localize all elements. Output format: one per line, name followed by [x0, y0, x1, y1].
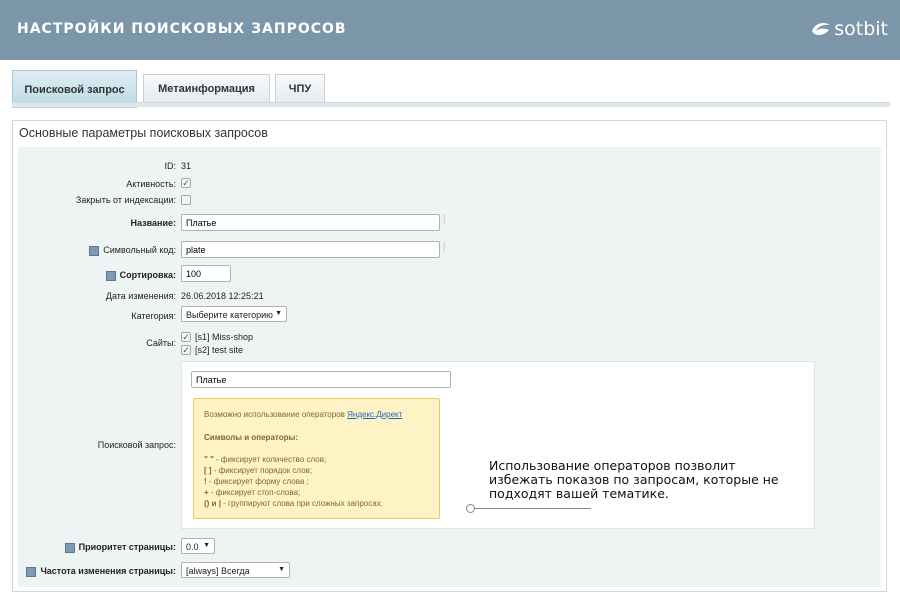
- id-value: 31: [181, 161, 192, 171]
- logo-text: sotbit: [834, 18, 888, 40]
- code-input[interactable]: plate: [181, 241, 440, 258]
- code-drag-icon[interactable]: ⁝ ⁝: [443, 241, 447, 255]
- frequency-label-text: Частота изменения страницы:: [40, 566, 176, 576]
- priority-label-text: Приоритет страницы:: [78, 542, 176, 552]
- site-s2-checkbox[interactable]: ✓: [181, 345, 191, 355]
- sotbit-logo-icon: [812, 23, 831, 36]
- help-icon[interactable]: [89, 245, 100, 256]
- hint-line: [ ] - фиксирует порядок слов;: [204, 466, 312, 475]
- category-select[interactable]: Выберите категорию ▼: [181, 306, 287, 322]
- code-label: Символьный код:: [89, 245, 176, 256]
- operators-hint: Возможно использование операторов Яндекс…: [193, 398, 440, 519]
- page-title: НАСТРОЙКИ ПОИСКОВЫХ ЗАПРОСОВ: [17, 21, 347, 37]
- sort-label-text: Сортировка:: [119, 270, 176, 280]
- priority-value: 0.0: [186, 542, 199, 552]
- frequency-label: Частота изменения страницы:: [26, 566, 176, 577]
- query-input[interactable]: Платье: [191, 371, 451, 388]
- hint-op: () и |: [204, 499, 221, 508]
- sort-input[interactable]: 100: [181, 265, 231, 282]
- sort-label: Сортировка:: [105, 270, 176, 281]
- priority-label: Приоритет страницы:: [64, 542, 176, 553]
- callout-line: [475, 508, 591, 509]
- id-label: ID:: [164, 161, 176, 171]
- query-label: Поисковой запрос:: [97, 440, 176, 450]
- noindex-label: Закрыть от индексации:: [75, 195, 176, 205]
- tab-metainfo[interactable]: Метаинформация: [143, 74, 270, 102]
- category-label: Категория:: [131, 311, 176, 321]
- chevron-down-icon: ▼: [203, 542, 210, 549]
- tab-divider: [12, 102, 890, 107]
- hint-heading: Символы и операторы:: [204, 433, 298, 442]
- hint-text: - фиксирует форму слова ;: [206, 477, 309, 486]
- name-input[interactable]: Платье: [181, 214, 440, 231]
- chevron-down-icon: ▼: [278, 566, 285, 573]
- help-icon[interactable]: [26, 566, 37, 577]
- hint-text: - фиксирует количество слов;: [213, 455, 327, 464]
- category-value: Выберите категорию: [186, 310, 273, 320]
- logo: sotbit: [810, 18, 888, 40]
- callout-text: Использование операторов позволит избежа…: [489, 458, 779, 501]
- code-label-text: Символьный код:: [103, 245, 176, 255]
- active-label: Активность:: [126, 179, 176, 189]
- yandex-direct-link[interactable]: Яндекс.Директ: [347, 410, 402, 419]
- hint-intro: Возможно использование операторов Яндекс…: [204, 410, 402, 419]
- tab-chpu[interactable]: ЧПУ: [275, 74, 325, 102]
- hint-op: " ": [204, 455, 214, 464]
- sites-label: Сайты:: [146, 338, 176, 348]
- site-s1-label: [s1] Miss-shop: [195, 332, 254, 342]
- panel-title: Основные параметры поисковых запросов: [19, 126, 268, 140]
- site-s2-label: [s2] test site: [195, 345, 244, 355]
- hint-text: - фиксирует порядок слов;: [211, 466, 313, 475]
- hint-line: " " - фиксирует количество слов;: [204, 455, 326, 464]
- active-checkbox[interactable]: ✓: [181, 178, 191, 188]
- hint-intro-text: Возможно использование операторов: [204, 410, 348, 419]
- hint-line: ! - фиксирует форму слова ;: [204, 477, 309, 486]
- chevron-down-icon: ▼: [275, 310, 282, 317]
- header-bar: НАСТРОЙКИ ПОИСКОВЫХ ЗАПРОСОВ sotbit: [0, 0, 900, 60]
- priority-select[interactable]: 0.0 ▼: [181, 538, 215, 554]
- hint-text: - фиксирует стоп-слова;: [208, 488, 301, 497]
- hint-line: + - фиксирует стоп-слова;: [204, 488, 300, 497]
- name-drag-icon[interactable]: ⁝ ⁝: [443, 214, 447, 228]
- name-label: Название:: [130, 218, 176, 228]
- date-value: 26.06.2018 12:25:21: [181, 291, 264, 301]
- noindex-checkbox[interactable]: [181, 195, 191, 205]
- site-s1-checkbox[interactable]: ✓: [181, 332, 191, 342]
- frequency-value: [always] Всегда: [186, 566, 250, 576]
- hint-op: [ ]: [204, 466, 212, 475]
- date-label: Дата изменения:: [105, 291, 176, 301]
- frequency-select[interactable]: [always] Всегда ▼: [181, 562, 290, 578]
- help-icon[interactable]: [105, 270, 116, 281]
- callout-dot: [466, 504, 475, 513]
- hint-line: () и | - группируют слова при сложных за…: [204, 499, 383, 508]
- hint-text: - группируют слова при сложных запросах.: [220, 499, 383, 508]
- help-icon[interactable]: [64, 542, 75, 553]
